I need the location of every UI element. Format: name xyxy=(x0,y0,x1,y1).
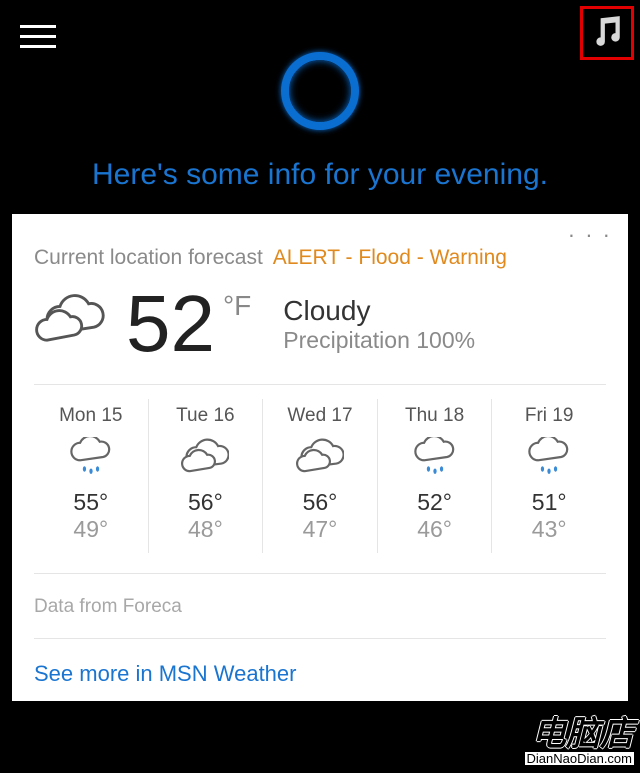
forecast-day[interactable]: Mon 15 55° 49° xyxy=(34,399,149,553)
divider xyxy=(34,573,606,574)
cortana-ring-icon[interactable] xyxy=(281,52,359,130)
forecast-day[interactable]: Wed 17 56° 47° xyxy=(263,399,378,553)
divider xyxy=(34,638,606,639)
forecast-row: Mon 15 55° 49° Tue 16 56° 48° Wed 17 56°… xyxy=(34,399,606,553)
rain-icon xyxy=(34,435,148,479)
day-label: Mon 15 xyxy=(34,405,148,427)
day-high: 52° xyxy=(378,489,492,516)
forecast-label: Current location forecast xyxy=(34,246,263,270)
day-label: Wed 17 xyxy=(263,405,377,427)
day-high: 51° xyxy=(492,489,606,516)
day-low: 43° xyxy=(492,516,606,543)
forecast-day[interactable]: Tue 16 56° 48° xyxy=(149,399,264,553)
watermark: 电脑店 DianNaoDian.com xyxy=(525,717,635,767)
temperature-unit: °F xyxy=(223,290,251,322)
forecast-day[interactable]: Fri 19 51° 43° xyxy=(492,399,606,553)
music-search-button[interactable] xyxy=(580,6,634,60)
cloud-icon xyxy=(263,435,377,479)
current-temperature: 52 xyxy=(126,284,215,364)
condition-text: Cloudy xyxy=(283,295,475,327)
data-attribution: Data from Foreca xyxy=(34,596,606,618)
day-label: Tue 16 xyxy=(149,405,263,427)
weather-card: · · · Current location forecast ALERT - … xyxy=(12,214,628,701)
day-high: 56° xyxy=(263,489,377,516)
cloud-icon xyxy=(149,435,263,479)
music-note-icon xyxy=(590,14,624,53)
day-low: 48° xyxy=(149,516,263,543)
menu-button[interactable] xyxy=(20,25,56,55)
day-low: 49° xyxy=(34,516,148,543)
rain-icon xyxy=(492,435,606,479)
precipitation-text: Precipitation 100% xyxy=(283,327,475,354)
day-high: 55° xyxy=(34,489,148,516)
forecast-day[interactable]: Thu 18 52° 46° xyxy=(378,399,493,553)
current-conditions[interactable]: 52 °F Cloudy Precipitation 100% xyxy=(34,284,606,364)
see-more-link[interactable]: See more in MSN Weather xyxy=(34,661,606,687)
rain-icon xyxy=(378,435,492,479)
cloud-icon xyxy=(34,292,112,357)
card-more-button[interactable]: · · · xyxy=(568,222,612,248)
day-label: Thu 18 xyxy=(378,405,492,427)
day-low: 46° xyxy=(378,516,492,543)
day-label: Fri 19 xyxy=(492,405,606,427)
divider xyxy=(34,384,606,385)
greeting-text: Here's some info for your evening. xyxy=(0,158,640,192)
day-low: 47° xyxy=(263,516,377,543)
weather-alert[interactable]: ALERT - Flood - Warning xyxy=(273,246,507,270)
day-high: 56° xyxy=(149,489,263,516)
